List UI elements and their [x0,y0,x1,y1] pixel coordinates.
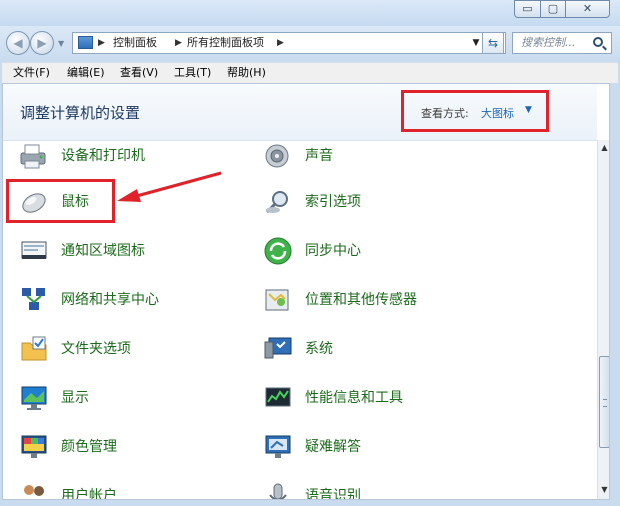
menu-file[interactable]: 文件(F) [13,63,50,83]
item-label: 声音 [305,148,333,164]
item-devices-and-printers[interactable]: 设备和打印机 [19,139,219,173]
search-placeholder: 搜索控制... [521,36,576,49]
item-label: 疑难解答 [305,439,361,455]
item-location-and-sensors[interactable]: 位置和其他传感器 [263,283,463,317]
item-notification-area-icons[interactable]: 通知区域图标 [19,234,219,268]
content-pane: 调整计算机的设置 查看方式: 大图标 ▼ 设备和打印机 鼠标 通知区域图标 网络… [2,83,610,500]
maximize-button[interactable]: ▢ [540,0,566,18]
maximize-icon: ▢ [547,2,559,15]
item-performance-info[interactable]: 性能信息和工具 [263,381,463,415]
printer-icon [20,144,46,169]
recent-pages-dropdown-icon[interactable]: ▼ [58,39,64,48]
back-arrow-icon: ◀ [13,36,23,50]
item-label: 网络和共享中心 [61,292,159,308]
view-by-dropdown[interactable]: 大图标 [481,105,514,121]
page-title: 调整计算机的设置 [20,104,141,122]
item-label: 文件夹选项 [61,341,131,357]
menu-bar: 文件(F) 编辑(E) 查看(V) 工具(T) 帮助(H) [2,62,618,83]
navigation-bar: ◀ ▶ ▼ ▶ 控制面板 ▶ 所有控制面板项 ▶ ▼ ⇆ 搜索控制... [0,26,620,60]
breadcrumb-separator-icon[interactable]: ▶ [277,33,284,53]
view-by-label: 查看方式: [421,107,469,120]
item-label: 位置和其他传感器 [305,292,417,308]
folder-options-icon [21,336,47,361]
color-management-icon [21,435,47,458]
speaker-icon [265,144,289,168]
item-folder-options[interactable]: 文件夹选项 [19,332,219,366]
index-search-icon [265,191,288,214]
scroll-grip-icon [603,399,607,407]
breadcrumb-separator-icon[interactable]: ▶ [98,33,105,53]
search-icon[interactable] [593,37,603,47]
forward-button[interactable]: ▶ [30,31,54,55]
item-sync-center[interactable]: 同步中心 [263,234,463,268]
scroll-down-icon[interactable]: ▼ [598,484,609,496]
annotation-arrow-icon [117,171,222,202]
menu-edit[interactable]: 编辑(E) [67,63,105,83]
item-sound[interactable]: 声音 [263,139,463,173]
control-panel-icon [78,36,93,49]
menu-view[interactable]: 查看(V) [120,63,158,83]
forward-arrow-icon: ▶ [37,36,47,50]
item-user-accounts[interactable]: 用户帐户 [19,479,219,500]
item-label: 性能信息和工具 [305,390,403,406]
item-label: 用户帐户 [61,488,117,500]
address-bar[interactable]: ▶ 控制面板 ▶ 所有控制面板项 ▶ ▼ [72,32,506,54]
network-icon [22,288,45,310]
speech-recognition-icon [269,483,287,499]
search-box[interactable]: 搜索控制... [512,32,612,54]
item-label: 通知区域图标 [61,243,145,259]
menu-tools[interactable]: 工具(T) [174,63,211,83]
notification-area-icon [21,241,47,259]
item-color-management[interactable]: 颜色管理 [19,430,219,464]
title-bar: ▭ ▢ ✕ [0,0,620,26]
troubleshooting-icon [265,435,291,458]
content-header: 调整计算机的设置 查看方式: 大图标 ▼ [3,84,597,141]
item-network-and-sharing[interactable]: 网络和共享中心 [19,283,219,317]
breadcrumb-separator-icon[interactable]: ▶ [175,33,182,53]
item-label: 设备和打印机 [61,148,145,164]
scrollbar-thumb[interactable] [599,356,609,448]
menu-help[interactable]: 帮助(H) [227,63,266,83]
item-label: 索引选项 [305,194,361,210]
item-label: 同步中心 [305,243,361,259]
item-speech-recognition[interactable]: 语音识别 [263,479,463,500]
breadcrumb-all-items[interactable]: 所有控制面板项 [187,33,264,53]
minimize-icon: ▭ [522,2,533,15]
system-icon [264,337,292,359]
vertical-scrollbar[interactable]: ▲ ▼ [597,140,609,499]
control-panel-window: ▭ ▢ ✕ ◀ ▶ ▼ ▶ 控制面板 ▶ 所有控制面板项 ▶ ▼ ⇆ 搜索控制.… [0,0,620,506]
scroll-up-icon[interactable]: ▲ [598,142,609,154]
item-label: 语音识别 [305,488,361,500]
item-label: 系统 [305,341,333,357]
sync-icon [264,237,292,265]
close-button[interactable]: ✕ [565,0,610,18]
address-dropdown-icon[interactable]: ▼ [469,33,483,53]
location-sensor-icon [265,289,289,311]
display-icon [21,386,47,410]
mouse-highlight-box [6,179,115,223]
user-accounts-icon [24,485,44,496]
item-indexing-options[interactable]: 索引选项 [263,185,463,219]
back-button[interactable]: ◀ [6,31,30,55]
item-troubleshooting[interactable]: 疑难解答 [263,430,463,464]
performance-icon [265,387,291,407]
close-icon: ✕ [582,2,593,15]
item-label: 颜色管理 [61,439,117,455]
item-display[interactable]: 显示 [19,381,219,415]
refresh-icon: ⇆ [487,36,499,50]
item-label: 显示 [61,390,89,406]
item-system[interactable]: 系统 [263,332,463,366]
view-by-caret-icon[interactable]: ▼ [525,105,532,115]
refresh-button[interactable]: ⇆ [482,32,504,54]
minimize-button[interactable]: ▭ [514,0,541,18]
breadcrumb-control-panel[interactable]: 控制面板 [113,33,157,53]
